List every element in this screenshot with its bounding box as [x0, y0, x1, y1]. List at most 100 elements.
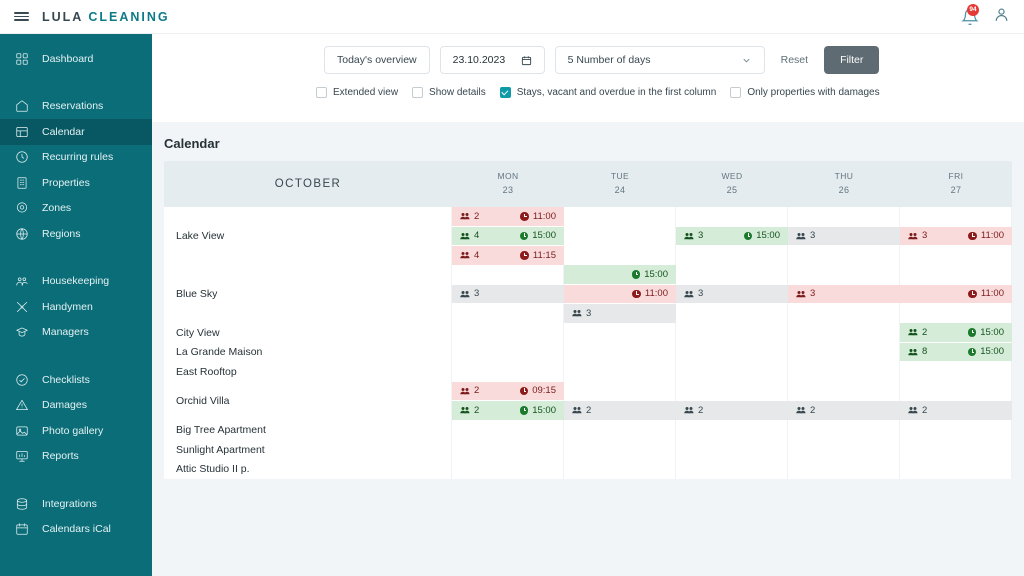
sidebar-item-handymen[interactable]: Handymen: [0, 294, 152, 320]
guest-count: 3: [460, 288, 479, 299]
filter-button[interactable]: Filter: [824, 46, 880, 74]
sidebar-item-managers[interactable]: Managers: [0, 320, 152, 346]
people-icon: [908, 232, 918, 239]
guest-count: 2: [572, 405, 591, 416]
people-icon: [460, 407, 470, 414]
sidebar-item-integrations[interactable]: Integrations: [0, 491, 152, 517]
calendar-booking-segment[interactable]: 2: [788, 401, 900, 420]
sidebar-item-checklists[interactable]: Checklists: [0, 367, 152, 393]
calendar-booking-segment[interactable]: 2 11:00: [452, 207, 564, 226]
checkbox-extended-view[interactable]: Extended view: [316, 87, 398, 98]
segment-time-value: 11:15: [532, 249, 556, 261]
segment-time-value: 11:00: [980, 230, 1004, 242]
sidebar-item-housekeeping[interactable]: Housekeeping: [0, 269, 152, 295]
calendar-booking-segment[interactable]: 3 11:00: [900, 226, 1012, 245]
calendar-booking-segment[interactable]: 4 15:00: [452, 226, 564, 245]
number-of-days-select[interactable]: 5 Number of days: [554, 46, 765, 74]
property-name[interactable]: Attic Studio II p.: [164, 460, 452, 480]
guest-count-value: 2: [922, 326, 928, 338]
sidebar-item-regions[interactable]: Regions: [0, 221, 152, 247]
calendar-booking-segment[interactable]: 11:00: [564, 284, 676, 303]
sidebar-item-label: Housekeeping: [42, 275, 110, 288]
user-avatar-icon[interactable]: [993, 6, 1010, 28]
guest-count: 3: [684, 230, 703, 241]
date-input[interactable]: 23.10.2023: [439, 46, 545, 74]
guest-count-value: 3: [586, 307, 592, 319]
property-name[interactable]: East Rooftop: [164, 362, 452, 382]
sidebar-item-damages[interactable]: Damages: [0, 393, 152, 419]
checkbox-show-details[interactable]: Show details: [412, 87, 486, 98]
sidebar-item-calendars-ical[interactable]: Calendars iCal: [0, 517, 152, 543]
checkbox-label: Stays, vacant and overdue in the first c…: [516, 87, 717, 98]
segment-time-value: 09:15: [532, 385, 556, 397]
menu-toggle-icon[interactable]: [0, 10, 42, 24]
guest-count-value: 2: [922, 404, 928, 416]
clock-icon: [632, 289, 641, 298]
calendar-booking-segment[interactable]: 2: [676, 401, 788, 420]
property-name[interactable]: Big Tree Apartment: [164, 421, 452, 441]
checkbox-box[interactable]: [412, 87, 424, 98]
sidebar-group-divider: [0, 72, 152, 94]
segment-time: 15:00: [519, 405, 556, 416]
property-name[interactable]: City View: [164, 323, 452, 343]
calendar-booking-segment[interactable]: 8 15:00: [900, 342, 1012, 361]
calendar-booking-segment[interactable]: 2 09:15: [452, 381, 564, 400]
calendar-booking-segment[interactable]: 2 15:00: [452, 401, 564, 420]
notifications-bell-icon[interactable]: 94: [961, 3, 979, 26]
day-number: 24: [614, 184, 626, 195]
sidebar-item-dashboard[interactable]: Dashboard: [0, 46, 152, 72]
calendar-row-lanes: 2 15:00: [452, 323, 1012, 343]
reset-link[interactable]: Reset: [781, 54, 808, 66]
day-name: TUE: [610, 171, 630, 182]
day-number: 26: [838, 184, 850, 195]
sidebar-item-reports[interactable]: Reports: [0, 444, 152, 470]
sidebar-item-reservations[interactable]: Reservations: [0, 94, 152, 120]
property-name[interactable]: La Grande Maison: [164, 343, 452, 363]
sidebar-item-zones[interactable]: Zones: [0, 196, 152, 222]
calendar-day-header-wed: WED 25: [676, 161, 788, 207]
calendar-booking-segment[interactable]: 15:00: [564, 265, 676, 284]
property-name[interactable]: Lake View: [164, 207, 452, 265]
sidebar-item-calendar[interactable]: Calendar: [0, 119, 152, 145]
calendar-booking-segment[interactable]: 3 15:00: [676, 226, 788, 245]
calendar-booking-segment[interactable]: 4 11:15: [452, 246, 564, 265]
sidebar: Dashboard Reservations Calendar Recurring r…: [0, 34, 152, 576]
calendar-booking-segment[interactable]: 2: [900, 401, 1012, 420]
checkbox-stays-vacant-and-overdue-in-the-first-co[interactable]: Stays, vacant and overdue in the first c…: [499, 87, 717, 98]
calendar-month-cell: OCTOBER: [164, 161, 452, 207]
calendar-booking-segment[interactable]: 2 15:00: [900, 323, 1012, 342]
sidebar-item-label: Properties: [42, 176, 90, 189]
globe-icon: [14, 226, 30, 242]
property-name[interactable]: Sunlight Apartment: [164, 440, 452, 460]
property-name[interactable]: Orchid Villa: [164, 382, 452, 421]
calendar-booking-segment[interactable]: 3: [564, 304, 676, 323]
sidebar-item-recurring-rules[interactable]: Recurring rules: [0, 145, 152, 171]
calendar-day-header-mon: MON 23: [452, 161, 564, 207]
checkbox-box[interactable]: [499, 87, 511, 98]
segment-time-value: 15:00: [980, 346, 1004, 358]
guest-count-value: 2: [586, 404, 592, 416]
people-icon: [460, 213, 470, 220]
guest-count-value: 3: [698, 288, 704, 300]
sidebar-item-properties[interactable]: Properties: [0, 170, 152, 196]
sidebar-item-label: Reports: [42, 450, 79, 463]
segment-time: 15:00: [967, 327, 1004, 338]
guest-count: 2: [460, 405, 479, 416]
people-icon: [796, 290, 806, 297]
todays-overview-button[interactable]: Today's overview: [324, 46, 430, 74]
sidebar-item-label: Photo gallery: [42, 424, 104, 437]
checkbox-only-properties-with-damages[interactable]: Only properties with damages: [730, 87, 880, 98]
sidebar-item-photo-gallery[interactable]: Photo gallery: [0, 418, 152, 444]
segment-time-value: 15:00: [756, 230, 780, 242]
database-icon: [14, 496, 30, 512]
calendar-booking-segment[interactable]: 3: [452, 284, 564, 303]
checkbox-box[interactable]: [316, 87, 327, 98]
calendar-grid: Lake View 2 11:00 4 15:00 4 11:15 3 15:00 3 3 11:00…: [164, 207, 1012, 479]
filter-bar: Today's overview 23.10.2023 5 Number of …: [152, 34, 1024, 122]
calendar-row: Sunlight Apartment: [164, 440, 1012, 460]
checkbox-box[interactable]: [730, 87, 742, 98]
clock-icon: [520, 251, 529, 260]
property-name[interactable]: Blue Sky: [164, 265, 452, 323]
app-logo[interactable]: LULA CLEANING: [42, 10, 170, 24]
calendar-booking-segment[interactable]: 3 11:00: [788, 284, 1012, 303]
